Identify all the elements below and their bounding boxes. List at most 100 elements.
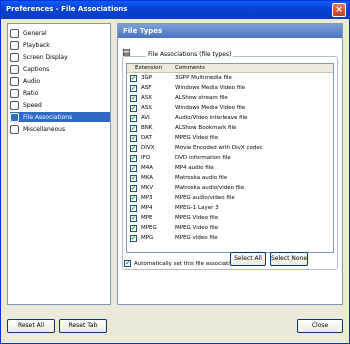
list-item[interactable]: ✔ MPEG MPEG Video file — [127, 224, 333, 233]
row-checkbox[interactable]: ✔ — [130, 125, 137, 132]
sidebar-item-label: Screen Display — [23, 53, 68, 61]
title-bar[interactable]: Preferences - File Associations × — [1, 1, 349, 19]
list-item[interactable]: ✔ MKV Matroska audio/video file — [127, 184, 333, 193]
column-header-comments[interactable]: Comments — [175, 65, 205, 71]
row-comment: MPEG Video file — [175, 225, 219, 231]
select-all-button[interactable]: Select All — [230, 252, 266, 266]
sidebar-item-miscellaneous[interactable]: Miscellaneous — [10, 124, 110, 134]
file-types-list[interactable]: Extension Comments ✔ 3GP 3GPP Multimedia f… — [126, 63, 334, 253]
row-comment: ALShow stream file — [175, 95, 228, 101]
row-checkbox[interactable]: ✔ — [130, 205, 137, 212]
list-header: Extension Comments — [127, 64, 333, 73]
row-extension: IFO — [141, 155, 151, 161]
sidebar-item-label: Audio — [23, 77, 41, 85]
row-checkbox[interactable]: ✔ — [130, 95, 137, 102]
auto-associate-checkbox[interactable]: ✔ — [124, 260, 131, 267]
list-item[interactable]: ✔ DAT MPEG Video file — [127, 134, 333, 143]
row-extension: DAT — [141, 135, 152, 141]
sidebar-item-ratio[interactable]: Ratio — [10, 88, 110, 98]
row-extension: AVI — [141, 115, 150, 121]
row-comment: Audio/Video interleave file — [175, 115, 248, 121]
sidebar-item-label: Speed — [23, 101, 42, 109]
select-none-button[interactable]: Select None — [270, 252, 308, 266]
row-extension: MP3 — [141, 195, 153, 201]
sidebar-item-screen-display[interactable]: Screen Display — [10, 52, 110, 62]
reset-all-button[interactable]: Reset All — [7, 319, 55, 333]
row-checkbox[interactable]: ✔ — [130, 175, 137, 182]
row-checkbox[interactable]: ✔ — [130, 235, 137, 242]
window-title: Preferences - File Associations — [6, 5, 128, 13]
row-checkbox[interactable]: ✔ — [130, 225, 137, 232]
list-item[interactable]: ✔ MKA Matroska audio file — [127, 174, 333, 183]
row-comment: MPEG Video file — [175, 135, 219, 141]
screen-display-icon — [10, 52, 19, 62]
row-extension: ASX — [141, 95, 153, 101]
miscellaneous-icon — [10, 124, 19, 134]
row-checkbox[interactable]: ✔ — [130, 165, 137, 172]
row-comment: MP4 audio file — [175, 165, 214, 171]
sidebar-item-playback[interactable]: Playback — [10, 40, 110, 50]
list-item[interactable]: ✔ MP4 MPEG-1 Layer 3 — [127, 204, 333, 213]
row-extension: MKV — [141, 185, 154, 191]
row-extension: MPG — [141, 235, 154, 241]
row-extension: ASF — [141, 85, 152, 91]
list-item[interactable]: ✔ MPG MPEG video file — [127, 234, 333, 243]
file-types-panel: File Types ▤ File Associations (file typ… — [117, 23, 343, 305]
row-extension: MKA — [141, 175, 154, 181]
window-close-button[interactable]: × — [332, 3, 346, 17]
row-comment: Matroska audio file — [175, 175, 228, 181]
sidebar-item-file-associations[interactable]: File Associations — [10, 112, 110, 122]
row-checkbox[interactable]: ✔ — [130, 135, 137, 142]
list-item[interactable]: ✔ ASX ALShow stream file — [127, 94, 333, 103]
list-item[interactable]: ✔ ASX Windows Media Video file — [127, 104, 333, 113]
list-item[interactable]: ✔ ASF Windows Media Video file — [127, 84, 333, 93]
audio-icon — [10, 76, 19, 86]
row-checkbox[interactable]: ✔ — [130, 215, 137, 222]
close-button[interactable]: Close — [297, 319, 343, 333]
sidebar-item-general[interactable]: General — [10, 28, 110, 38]
row-comment: MPEG Video file — [175, 215, 219, 221]
sidebar-item-label: File Associations — [23, 113, 73, 121]
row-extension: BNK — [141, 125, 153, 131]
reset-tab-button[interactable]: Reset Tab — [59, 319, 107, 333]
captions-icon — [10, 64, 19, 74]
row-checkbox[interactable]: ✔ — [130, 105, 137, 112]
row-comment: Windows Media Video file — [175, 85, 246, 91]
group-label: File Associations (file types) — [146, 51, 234, 58]
ratio-icon — [10, 88, 19, 98]
row-checkbox[interactable]: ✔ — [130, 145, 137, 152]
row-comment: ALShow Bookmark file — [175, 125, 237, 131]
auto-associate-label: Automatically set this file association — [134, 260, 237, 267]
file-associations-icon — [10, 112, 19, 122]
list-item[interactable]: ✔ AVI Audio/Video interleave file — [127, 114, 333, 123]
row-extension: ASX — [141, 105, 153, 111]
sidebar-item-label: General — [23, 29, 47, 37]
row-comment: MPEG video file — [175, 235, 218, 241]
row-extension: MPE — [141, 215, 153, 221]
row-checkbox[interactable]: ✔ — [130, 185, 137, 192]
auto-associate-option[interactable]: ✔ Automatically set this file associatio… — [124, 260, 237, 267]
list-item[interactable]: ✔ DIVX Movie Encoded with DivX codec — [127, 144, 333, 153]
list-item[interactable]: ✔ M4A MP4 audio file — [127, 164, 333, 173]
row-comment: Windows Media Video file — [175, 105, 246, 111]
playback-icon — [10, 40, 19, 50]
panel-header: File Types — [118, 24, 342, 38]
column-header-extension[interactable]: Extension — [135, 65, 162, 71]
list-item[interactable]: ✔ BNK ALShow Bookmark file — [127, 124, 333, 133]
list-item[interactable]: ✔ MPE MPEG Video file — [127, 214, 333, 223]
row-extension: M4A — [141, 165, 154, 171]
sidebar-item-label: Captions — [23, 65, 50, 73]
row-checkbox[interactable]: ✔ — [130, 195, 137, 202]
row-checkbox[interactable]: ✔ — [130, 75, 137, 82]
row-checkbox[interactable]: ✔ — [130, 155, 137, 162]
row-checkbox[interactable]: ✔ — [130, 115, 137, 122]
row-extension: MP4 — [141, 205, 153, 211]
preferences-window: Preferences - File Associations × Genera… — [0, 0, 350, 344]
row-checkbox[interactable]: ✔ — [130, 85, 137, 92]
list-item[interactable]: ✔ IFO DVD information file — [127, 154, 333, 163]
sidebar-item-speed[interactable]: Speed — [10, 100, 110, 110]
list-item[interactable]: ✔ MP3 MPEG audio/video file — [127, 194, 333, 203]
list-item[interactable]: ✔ 3GP 3GPP Multimedia file — [127, 74, 333, 83]
sidebar-item-captions[interactable]: Captions — [10, 64, 110, 74]
sidebar-item-audio[interactable]: Audio — [10, 76, 110, 86]
